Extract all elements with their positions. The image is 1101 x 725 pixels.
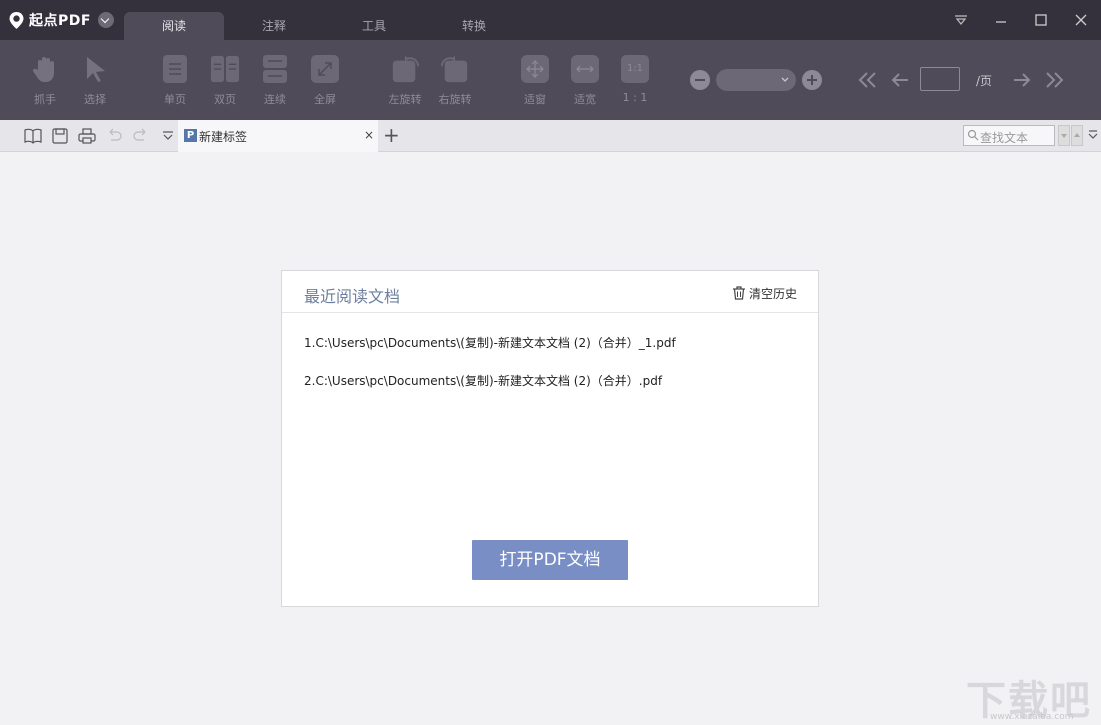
recent-panel-header: 最近阅读文档 清空历史 xyxy=(282,271,818,313)
close-tab-icon[interactable]: × xyxy=(364,128,374,142)
fit-window-icon xyxy=(521,55,549,83)
continuous-pages-icon xyxy=(263,55,287,83)
maximize-button[interactable] xyxy=(1028,8,1054,32)
actual-size-label: 1 : 1 xyxy=(622,91,648,104)
fullscreen-icon xyxy=(311,55,339,83)
dropdown-menu-icon xyxy=(955,15,967,26)
recent-item[interactable]: 1.C:\Users\pc\Documents\(复制)-新建文本文档 (2)（… xyxy=(304,334,676,351)
rotate-left-label: 左旋转 xyxy=(388,93,422,106)
next-page-icon[interactable] xyxy=(1012,71,1032,89)
rotate-left-icon xyxy=(392,55,420,83)
undo-icon[interactable] xyxy=(105,128,123,144)
fullscreen-button[interactable]: 全屏 xyxy=(300,54,350,110)
print-icon[interactable] xyxy=(78,128,96,144)
document-tab[interactable]: P 新建标签 × xyxy=(178,120,378,152)
rotate-right-button[interactable]: 右旋转 xyxy=(430,54,480,110)
window-menu-button[interactable] xyxy=(948,8,974,32)
triangle-up-icon xyxy=(1074,133,1080,137)
trash-icon xyxy=(733,286,745,300)
tab-convert[interactable]: 转换 xyxy=(424,12,524,40)
close-window-button[interactable] xyxy=(1068,8,1094,32)
select-tool-label: 选择 xyxy=(84,93,106,106)
title-bar: 起点PDF 阅读 注释 工具 转换 xyxy=(0,0,1101,40)
new-tab-button[interactable]: + xyxy=(383,125,400,145)
cursor-arrow-icon xyxy=(87,57,105,82)
last-page-icon[interactable] xyxy=(1044,71,1064,89)
tab-tools[interactable]: 工具 xyxy=(324,12,424,40)
single-page-icon xyxy=(163,55,187,83)
rotate-left-button[interactable]: 左旋转 xyxy=(380,54,430,110)
clear-history-button[interactable]: 清空历史 xyxy=(732,284,797,302)
double-page-label: 双页 xyxy=(214,93,236,106)
prev-page-icon[interactable] xyxy=(890,71,910,89)
chevron-down-icon xyxy=(781,77,789,82)
save-icon[interactable] xyxy=(51,128,69,144)
grab-tool-button[interactable]: 抓手 xyxy=(20,54,70,110)
select-tool-button[interactable]: 选择 xyxy=(70,54,120,110)
search-placeholder: 查找文本 xyxy=(980,131,1029,145)
search-icon xyxy=(967,129,979,141)
zoom-in-button[interactable] xyxy=(802,70,822,90)
redo-icon[interactable] xyxy=(132,128,150,144)
quick-access-chevron-icon[interactable] xyxy=(159,128,177,144)
fit-window-label: 适窗 xyxy=(524,93,546,106)
page-suffix-label: /页 xyxy=(976,74,993,88)
tab-strip: P 新建标签 × + xyxy=(0,120,1101,152)
continuous-button[interactable]: 连续 xyxy=(250,54,300,110)
single-page-button[interactable]: 单页 xyxy=(150,54,200,110)
recent-item[interactable]: 2.C:\Users\pc\Documents\(复制)-新建文本文档 (2)（… xyxy=(304,372,662,389)
maximize-icon xyxy=(1035,14,1047,26)
site-watermark-url: www.xiazaiba.com xyxy=(990,712,1074,722)
hand-icon xyxy=(32,57,54,82)
tab-read[interactable]: 阅读 xyxy=(124,12,224,40)
search-options-chevron-icon[interactable] xyxy=(1087,128,1099,142)
pdf-tab-icon: P xyxy=(184,129,197,142)
open-pdf-button[interactable]: 打开PDF文档 xyxy=(472,540,628,580)
search-prev-button[interactable] xyxy=(1058,125,1070,146)
recent-documents-panel: 最近阅读文档 清空历史 1.C:\Users\pc\Documents\(复制)… xyxy=(281,270,819,607)
grab-tool-label: 抓手 xyxy=(34,93,56,106)
fullscreen-label: 全屏 xyxy=(314,93,336,106)
app-logo[interactable]: 起点PDF xyxy=(8,10,114,30)
zoom-out-button[interactable] xyxy=(690,70,710,90)
minus-icon xyxy=(695,79,705,81)
actual-size-icon: 1:1 xyxy=(621,55,649,83)
rotate-right-icon xyxy=(440,55,468,83)
zoom-level-select[interactable] xyxy=(716,69,796,91)
fit-width-button[interactable]: 适宽 xyxy=(560,54,610,110)
search-input[interactable]: 查找文本 xyxy=(963,125,1055,146)
document-tab-label: 新建标签 xyxy=(199,130,248,144)
rotate-right-label: 右旋转 xyxy=(438,93,472,106)
minimize-button[interactable] xyxy=(988,8,1014,32)
tab-annotate[interactable]: 注释 xyxy=(224,12,324,40)
continuous-label: 连续 xyxy=(264,93,286,106)
app-menu-chevron-icon[interactable] xyxy=(97,12,114,28)
search-next-button[interactable] xyxy=(1071,125,1083,146)
single-page-label: 单页 xyxy=(164,93,186,106)
triangle-down-icon xyxy=(1061,134,1067,138)
close-icon xyxy=(1075,14,1087,26)
open-book-icon[interactable] xyxy=(24,128,42,144)
plus-icon xyxy=(807,75,817,85)
first-page-icon[interactable] xyxy=(858,71,878,89)
fit-width-label: 适宽 xyxy=(574,93,596,106)
double-page-icon xyxy=(210,55,240,83)
page-number-input[interactable] xyxy=(920,67,960,91)
fit-width-icon xyxy=(571,55,599,83)
actual-size-button[interactable]: 1:1 1 : 1 xyxy=(610,54,660,110)
minimize-icon xyxy=(996,21,1006,23)
app-title: 起点PDF xyxy=(29,13,91,29)
fit-window-button[interactable]: 适窗 xyxy=(510,54,560,110)
clear-history-label: 清空历史 xyxy=(749,286,798,301)
logo-pin-icon xyxy=(9,11,24,29)
recent-panel-title: 最近阅读文档 xyxy=(304,287,401,306)
double-page-button[interactable]: 双页 xyxy=(200,54,250,110)
